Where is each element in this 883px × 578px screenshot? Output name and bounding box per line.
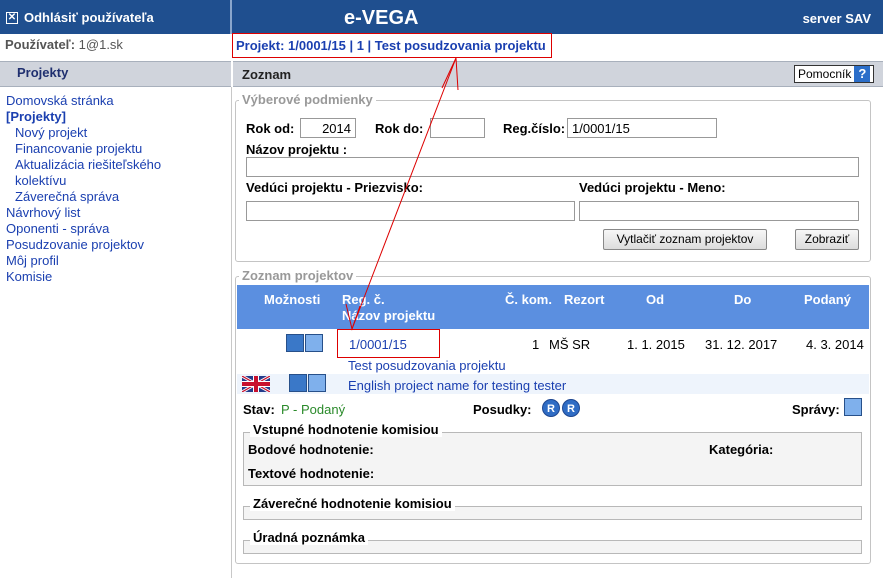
annotation-arrowhead-bottom (345, 303, 361, 331)
annotation-arrows (345, 57, 459, 331)
annotation-arrow-line (351, 57, 457, 330)
